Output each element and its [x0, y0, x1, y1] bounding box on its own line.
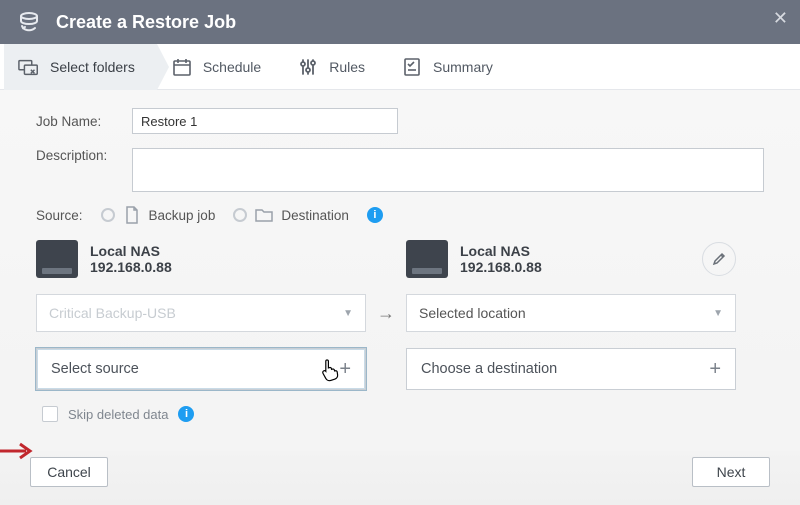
sliders-icon	[297, 57, 319, 77]
job-name-input[interactable]	[132, 108, 398, 134]
radio-destination[interactable]	[233, 208, 247, 222]
step-summary[interactable]: Summary	[387, 44, 515, 90]
choose-destination-button[interactable]: Choose a destination +	[406, 348, 736, 390]
folders-icon	[18, 57, 40, 77]
plus-icon: +	[709, 358, 721, 381]
nas-device-icon	[36, 240, 78, 278]
radio-backup-job[interactable]	[101, 208, 115, 222]
source-nas-ip: 192.168.0.88	[90, 259, 172, 275]
modal-footer: Cancel Next	[0, 451, 800, 505]
destination-option-label: Destination	[281, 208, 349, 223]
restore-app-icon	[16, 9, 42, 35]
summary-icon	[401, 57, 423, 77]
description-label: Description:	[36, 148, 132, 163]
close-icon[interactable]: ✕	[773, 8, 788, 29]
chevron-down-icon: ▼	[713, 308, 723, 319]
backup-job-option-label: Backup job	[149, 208, 216, 223]
wizard-steps: Select folders Schedule Rules Summary	[0, 44, 800, 90]
description-input[interactable]	[132, 148, 764, 192]
form-body: Job Name: Description: Source: Backup jo…	[0, 90, 800, 451]
select-placeholder: Critical Backup-USB	[49, 305, 176, 321]
chevron-down-icon: ▼	[343, 308, 353, 319]
file-icon	[123, 206, 141, 224]
step-rules[interactable]: Rules	[283, 44, 387, 90]
arrow-right-icon: →	[366, 303, 406, 324]
dest-location-select[interactable]: Selected location ▼	[406, 294, 736, 332]
source-nas: Local NAS 192.168.0.88	[36, 240, 366, 278]
step-select-folders[interactable]: Select folders	[4, 44, 157, 90]
action-label: Choose a destination	[421, 361, 557, 377]
dest-nas-name: Local NAS	[460, 243, 542, 259]
select-value: Selected location	[419, 305, 526, 321]
annotation-arrow-icon	[0, 442, 34, 460]
info-icon[interactable]: i	[178, 406, 194, 422]
titlebar: Create a Restore Job ✕	[0, 0, 800, 44]
step-schedule[interactable]: Schedule	[157, 44, 283, 90]
step-label: Select folders	[50, 59, 135, 75]
pointer-cursor-icon	[319, 358, 339, 382]
source-nas-name: Local NAS	[90, 243, 172, 259]
dest-nas: Local NAS 192.168.0.88	[406, 240, 736, 278]
job-name-label: Job Name:	[36, 114, 132, 129]
next-button[interactable]: Next	[692, 457, 770, 487]
step-label: Schedule	[203, 59, 261, 75]
plus-icon: +	[339, 358, 351, 381]
skip-deleted-label: Skip deleted data	[68, 407, 168, 422]
skip-deleted-checkbox[interactable]	[42, 406, 58, 422]
source-dest-mapping: Local NAS 192.168.0.88 Local NAS 192.168…	[36, 240, 764, 390]
source-label: Source:	[36, 208, 83, 223]
source-backup-select[interactable]: Critical Backup-USB ▼	[36, 294, 366, 332]
folder-icon	[255, 206, 273, 224]
restore-job-modal: Create a Restore Job ✕ Select folders Sc…	[0, 0, 800, 505]
edit-destination-button[interactable]	[702, 242, 736, 276]
select-source-button[interactable]: Select source +	[36, 348, 366, 390]
calendar-icon	[171, 57, 193, 77]
nas-device-icon	[406, 240, 448, 278]
dest-nas-ip: 192.168.0.88	[460, 259, 542, 275]
cancel-button[interactable]: Cancel	[30, 457, 108, 487]
step-label: Summary	[433, 59, 493, 75]
step-label: Rules	[329, 59, 365, 75]
info-icon[interactable]: i	[367, 207, 383, 223]
modal-title: Create a Restore Job	[56, 12, 236, 33]
action-label: Select source	[51, 361, 139, 377]
